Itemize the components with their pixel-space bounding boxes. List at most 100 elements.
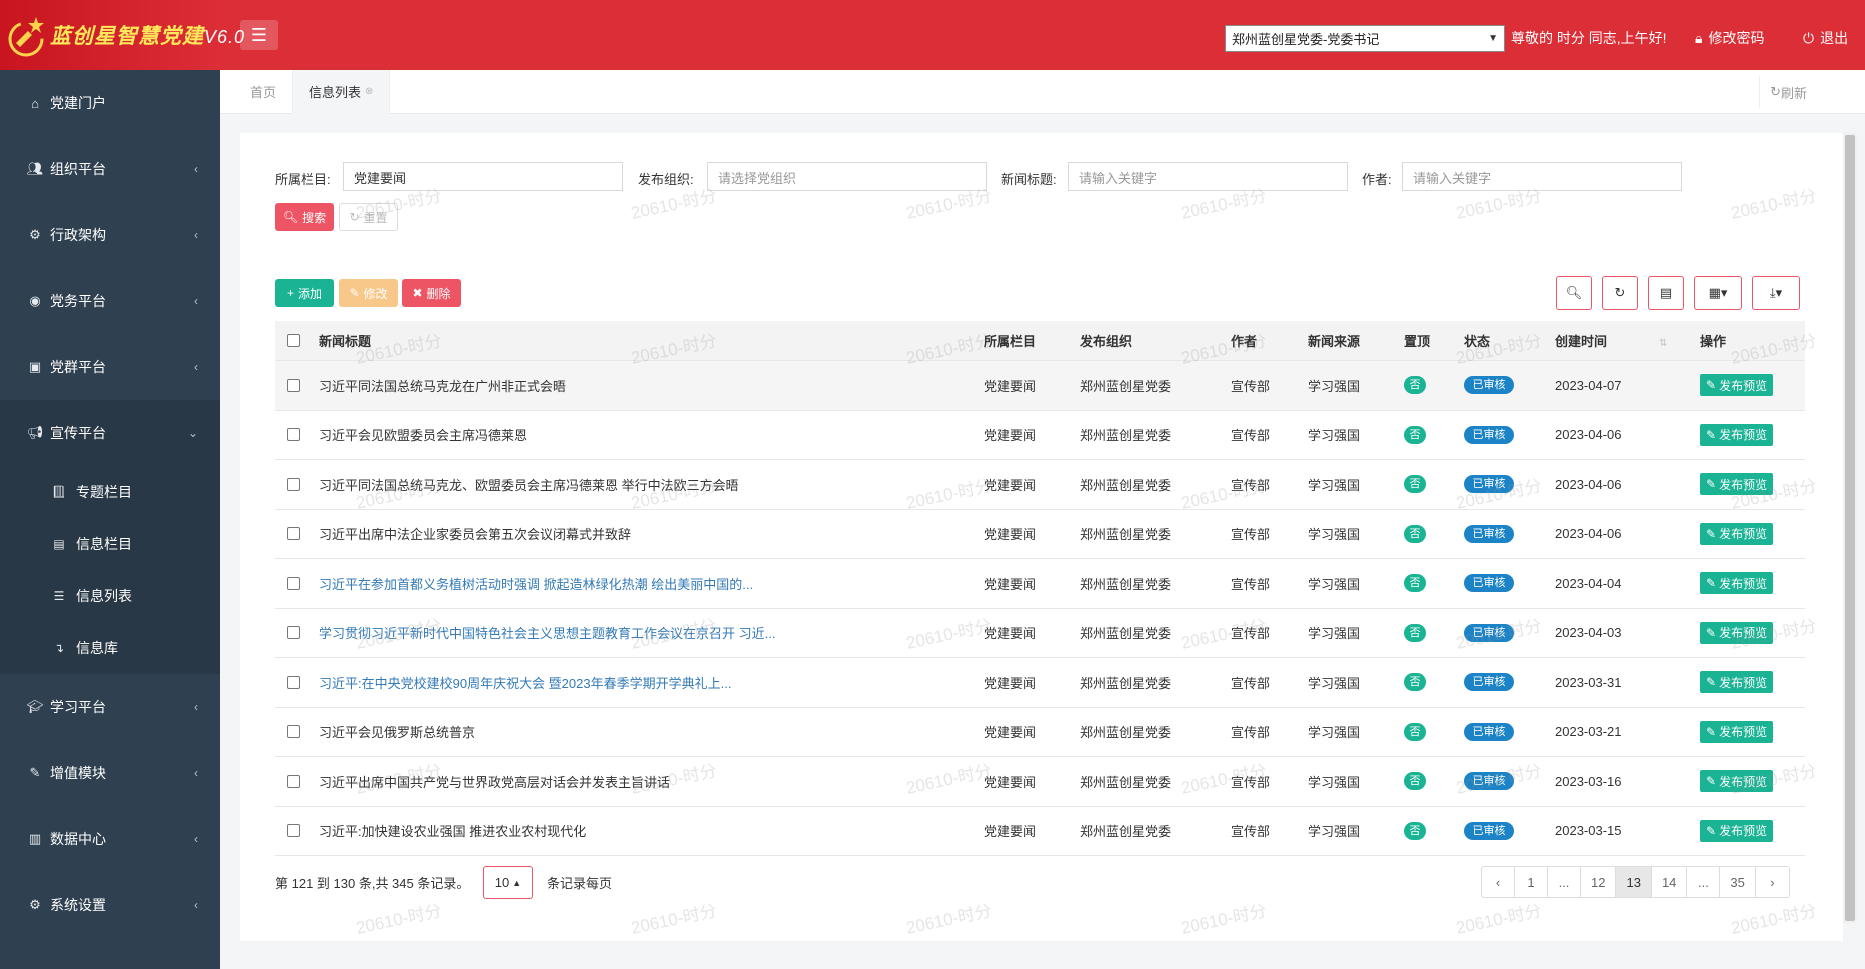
logout-link[interactable]: ⏻ 退出 bbox=[1803, 28, 1848, 48]
table-row[interactable]: 习近平同法国总统马克龙在广州非正式会晤 党建要闻 郑州蓝创星党委 宣传部 学习强国 否 已审… bbox=[275, 361, 1805, 411]
next-page-button[interactable]: › bbox=[1756, 867, 1789, 897]
table-row[interactable]: 习近平出席中国共产党与世界政党高层对话会并发表主旨讲话 党建要闻 郑州蓝创星党委 宣传… bbox=[275, 757, 1805, 807]
publish-preview-button[interactable]: ✎ 发布预览 bbox=[1700, 819, 1774, 842]
publish-preview-button[interactable]: ✎ 发布预览 bbox=[1700, 621, 1774, 644]
org-filter-input[interactable]: 请选择党组织 bbox=[707, 162, 987, 191]
news-title-cell[interactable]: 学习贯彻习近平新时代中国特色社会主义思想主题教育工作会议在京召开 习近... bbox=[319, 623, 984, 642]
publish-preview-button[interactable]: ✎ 发布预览 bbox=[1700, 770, 1774, 793]
sidebar-item-portal[interactable]: ⌂ 党建门户 bbox=[0, 70, 220, 136]
sidebar-item-party-affairs[interactable]: ◉ 党务平台 ‹ bbox=[0, 268, 220, 334]
sidebar-subitem-info-column[interactable]: ▤ 信息栏目 bbox=[0, 518, 220, 570]
tab-home[interactable]: 首页 bbox=[234, 69, 294, 114]
header-title[interactable]: 新闻标题 bbox=[319, 331, 984, 350]
news-title-cell[interactable]: 习近平在参加首都义务植树活动时强调 掀起造林绿化热潮 绘出美丽中国的... bbox=[319, 574, 984, 593]
publish-preview-button[interactable]: ✎ 发布预览 bbox=[1700, 720, 1774, 743]
hamburger-icon: ☰ bbox=[250, 24, 268, 45]
select-all-checkbox[interactable] bbox=[287, 334, 300, 347]
row-checkbox[interactable] bbox=[287, 626, 300, 640]
row-checkbox[interactable] bbox=[287, 428, 300, 442]
op-cell: ✎ 发布预览 bbox=[1700, 770, 1805, 793]
page-button[interactable]: 1 bbox=[1515, 867, 1548, 897]
sidebar-subitem-info-library[interactable]: ↴ 信息库 bbox=[0, 622, 220, 674]
table-toggle-view-button[interactable]: ▤ bbox=[1648, 276, 1684, 310]
page-button[interactable]: 12 bbox=[1581, 867, 1617, 897]
table-row[interactable]: 学习贯彻习近平新时代中国特色社会主义思想主题教育工作会议在京召开 习近... 党建… bbox=[275, 609, 1805, 658]
table-row[interactable]: 习近平:在中央党校建校90周年庆祝大会 暨2023年春季学期开学典礼上... 党建… bbox=[275, 658, 1805, 708]
header-author[interactable]: 作者 bbox=[1231, 331, 1308, 350]
table-refresh-button[interactable]: ↻ bbox=[1602, 276, 1638, 310]
op-cell: ✎ 发布预览 bbox=[1700, 522, 1805, 545]
reset-button[interactable]: ↻ 重置 bbox=[339, 203, 398, 231]
header-op: 操作 bbox=[1700, 334, 1727, 349]
table-search-toggle-button[interactable]: 🔍︎ bbox=[1556, 276, 1592, 310]
row-checkbox[interactable] bbox=[287, 675, 300, 689]
tab-info-list[interactable]: 信息列表 ⊗ bbox=[293, 69, 391, 114]
header-column[interactable]: 所属栏目 bbox=[984, 331, 1080, 350]
header-status[interactable]: 状态 bbox=[1464, 331, 1555, 350]
sidebar-item-administration[interactable]: ⚙ 行政架构 ‹ bbox=[0, 202, 220, 268]
sidebar-subitem-topic-column[interactable]: 📕︎ 专题栏目 bbox=[0, 466, 220, 518]
news-title-cell[interactable]: 习近平:在中央党校建校90周年庆祝大会 暨2023年春季学期开学典礼上... bbox=[319, 673, 984, 692]
row-checkbox[interactable] bbox=[287, 824, 300, 838]
search-button[interactable]: 🔍︎ 搜索 bbox=[275, 203, 334, 231]
table-row[interactable]: 习近平在参加首都义务植树活动时强调 掀起造林绿化热潮 绘出美丽中国的... 党建要… bbox=[275, 559, 1805, 609]
created-cell: 2023-04-06 bbox=[1555, 427, 1622, 443]
header-top[interactable]: 置顶 bbox=[1404, 331, 1464, 350]
sidebar-item-data-center[interactable]: ▥ 数据中心 ‹ bbox=[0, 806, 220, 872]
author-filter-input[interactable]: 请输入关键字 bbox=[1402, 162, 1682, 191]
publish-preview-button[interactable]: ✎ 发布预览 bbox=[1700, 473, 1774, 496]
sidebar-item-system-settings[interactable]: ⚙ 系统设置 ‹ bbox=[0, 872, 220, 938]
table-columns-button[interactable]: ▦▾ bbox=[1694, 276, 1742, 310]
menu-toggle-button[interactable]: ☰ bbox=[240, 20, 278, 50]
column-filter-input[interactable]: 党建要闻 bbox=[343, 162, 623, 191]
main-panel: 所属栏目: 党建要闻 发布组织: 请选择党组织 新闻标题: 请输入关键字 作者:… bbox=[240, 133, 1843, 941]
close-tab-icon[interactable]: ⊗ bbox=[365, 86, 373, 97]
table-export-button[interactable]: ⤓▾ bbox=[1752, 276, 1800, 310]
prev-page-button[interactable]: ‹ bbox=[1482, 867, 1515, 897]
refresh-button[interactable]: ↻ 刷新 bbox=[1759, 76, 1817, 108]
row-checkbox[interactable] bbox=[287, 378, 300, 392]
page-scrollbar[interactable] bbox=[1843, 133, 1857, 923]
row-checkbox[interactable] bbox=[287, 576, 300, 590]
publish-preview-button[interactable]: ✎ 发布预览 bbox=[1700, 671, 1774, 694]
table-row[interactable]: 习近平会见欧盟委员会主席冯德莱恩 党建要闻 郑州蓝创星党委 宣传部 学习强国 否 已审核 20… bbox=[275, 411, 1805, 460]
publish-preview-button[interactable]: ✎ 发布预览 bbox=[1700, 522, 1774, 545]
publish-preview-button[interactable]: ✎ 发布预览 bbox=[1700, 423, 1774, 446]
row-checkbox[interactable] bbox=[287, 527, 300, 541]
page-button[interactable]: ... bbox=[1687, 867, 1721, 897]
edit-button[interactable]: ✎ 修改 bbox=[339, 279, 398, 307]
org-role-select[interactable]: 郑州蓝创星党委-党委书记 ▼ bbox=[1225, 25, 1505, 52]
table-row[interactable]: 习近平同法国总统马克龙、欧盟委员会主席冯德莱恩 举行中法欧三方会晤 党建要闻 郑州蓝… bbox=[275, 460, 1805, 510]
sidebar-item-publicity[interactable]: 📢︎ 宣传平台 ⌄ bbox=[0, 400, 220, 466]
sidebar-item-value-added[interactable]: ✎ 增值模块 ‹ bbox=[0, 740, 220, 806]
header-created[interactable]: 创建时间 ⇅ bbox=[1555, 331, 1700, 350]
table-row[interactable]: 习近平出席中法企业家委员会第五次会议闭幕式并致辞 党建要闻 郑州蓝创星党委 宣传部 学习… bbox=[275, 510, 1805, 559]
page-button[interactable]: 13 bbox=[1616, 867, 1652, 897]
publish-preview-button[interactable]: ✎ 发布预览 bbox=[1700, 572, 1774, 595]
edit-icon: ✎ bbox=[29, 765, 41, 780]
sidebar-subitem-info-list[interactable]: ☰ 信息列表 bbox=[0, 570, 220, 622]
edit-icon: ✎ bbox=[1706, 576, 1717, 591]
row-checkbox[interactable] bbox=[287, 477, 300, 491]
publish-preview-button[interactable]: ✎ 发布预览 bbox=[1700, 374, 1774, 397]
page-button[interactable]: 14 bbox=[1652, 867, 1688, 897]
refresh-icon: ↻ bbox=[1614, 285, 1626, 300]
header-org[interactable]: 发布组织 bbox=[1080, 331, 1231, 350]
add-button[interactable]: + 添加 bbox=[275, 279, 334, 307]
scrollbar-thumb[interactable] bbox=[1845, 135, 1855, 921]
page-button[interactable]: ... bbox=[1548, 867, 1581, 897]
table-row[interactable]: 习近平会见俄罗斯总统普京 党建要闻 郑州蓝创星党委 宣传部 学习强国 否 已审核 2023-0… bbox=[275, 708, 1805, 757]
row-select-cell bbox=[275, 626, 319, 640]
table-row[interactable]: 习近平:加快建设农业强国 推进农业农村现代化 党建要闻 郑州蓝创星党委 宣传部 学习强国… bbox=[275, 807, 1805, 856]
sidebar-item-party-masses[interactable]: ▣ 党群平台 ‹ bbox=[0, 334, 220, 400]
title-filter-input[interactable]: 请输入关键字 bbox=[1068, 162, 1348, 191]
row-checkbox[interactable] bbox=[287, 774, 300, 788]
sidebar-item-learning[interactable]: 🎓︎ 学习平台 ‹ bbox=[0, 674, 220, 740]
sidebar-item-organization[interactable]: 👥︎ 组织平台 ‹ bbox=[0, 136, 220, 202]
row-checkbox[interactable] bbox=[287, 725, 300, 739]
page-button[interactable]: 35 bbox=[1720, 867, 1756, 897]
delete-button[interactable]: ✖ 删除 bbox=[402, 279, 461, 307]
header-source[interactable]: 新闻来源 bbox=[1308, 331, 1404, 350]
page-size-dropdown[interactable]: 10 ▲ bbox=[483, 866, 533, 899]
change-password-link[interactable]: 🔒︎ 修改密码 bbox=[1695, 28, 1764, 48]
